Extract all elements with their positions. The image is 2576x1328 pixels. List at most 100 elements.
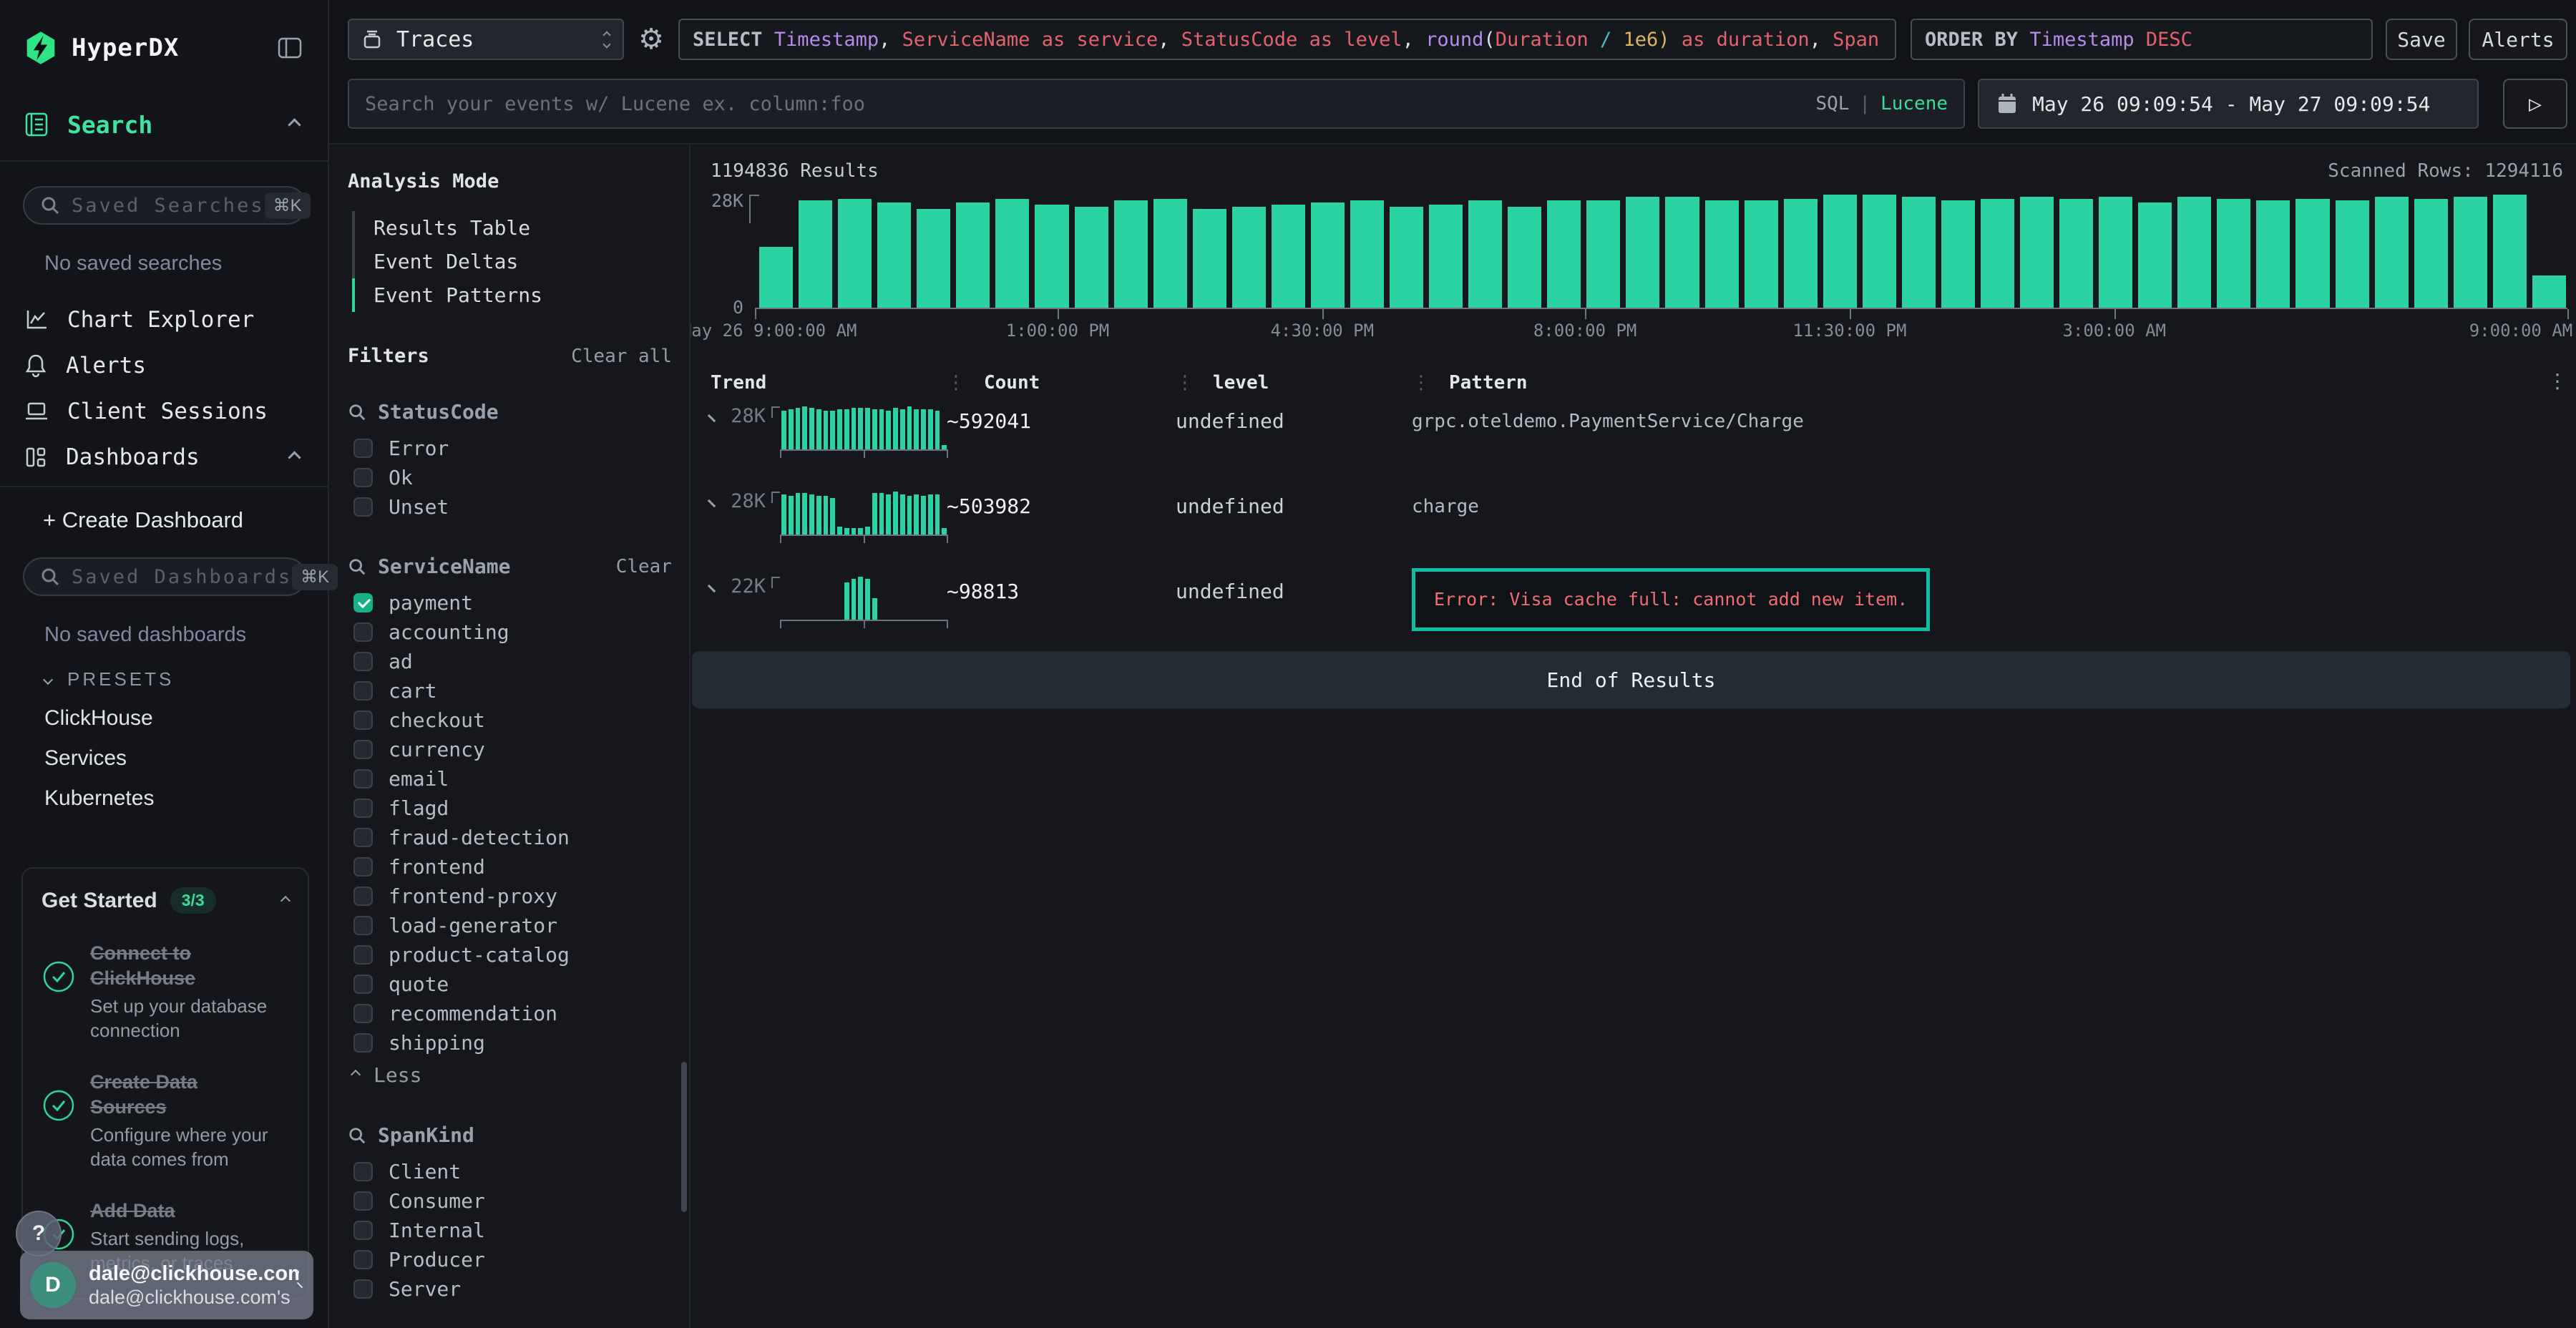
- clear-all-filters-button[interactable]: Clear all: [571, 346, 672, 367]
- filter-option-shipping[interactable]: shipping: [348, 1028, 672, 1058]
- show-less-toggle[interactable]: Less: [348, 1059, 672, 1090]
- checkbox[interactable]: [353, 1250, 373, 1269]
- checkbox[interactable]: [353, 622, 373, 642]
- checkbox[interactable]: [353, 1162, 373, 1181]
- help-button[interactable]: ?: [16, 1211, 62, 1256]
- row-expander-icon[interactable]: [708, 414, 716, 422]
- save-button[interactable]: Save: [2386, 19, 2457, 60]
- sidebar-item-chart-explorer[interactable]: Chart Explorer: [0, 297, 328, 343]
- pattern-row[interactable]: 22K~98813undefinedError: Visa cache full…: [711, 574, 2567, 649]
- filter-option-product-catalog[interactable]: product-catalog: [348, 940, 672, 970]
- column-grip-icon[interactable]: ⋮: [1412, 372, 1430, 394]
- row-expander-icon[interactable]: [708, 585, 716, 592]
- filter-option-producer[interactable]: Producer: [348, 1245, 672, 1274]
- user-menu[interactable]: D dale@clickhouse.com dale@clickhouse.co…: [20, 1251, 313, 1319]
- analysis-mode-event-deltas[interactable]: Event Deltas: [352, 245, 672, 278]
- column-grip-icon[interactable]: ⋮: [1176, 372, 1194, 394]
- select-clause-input[interactable]: SELECT Timestamp, ServiceName as service…: [678, 19, 1896, 60]
- data-source-select[interactable]: Traces: [348, 19, 624, 60]
- filter-option-client[interactable]: Client: [348, 1157, 672, 1186]
- filter-option-load-generator[interactable]: load-generator: [348, 911, 672, 940]
- search-input[interactable]: [365, 93, 1815, 115]
- source-settings-button[interactable]: ⚙: [624, 19, 678, 60]
- checkbox[interactable]: [353, 740, 373, 759]
- results-histogram-bars[interactable]: [759, 195, 2566, 308]
- filter-option-quote[interactable]: quote: [348, 970, 672, 999]
- checkbox[interactable]: [353, 593, 373, 612]
- filter-option-consumer[interactable]: Consumer: [348, 1186, 672, 1216]
- saved-searches-input[interactable]: Saved Searches ⌘K: [23, 186, 306, 225]
- checkbox[interactable]: [353, 799, 373, 818]
- run-query-button[interactable]: ▷: [2503, 79, 2567, 129]
- sidebar-item-client-sessions[interactable]: Client Sessions: [0, 389, 328, 434]
- filter-option-currency[interactable]: currency: [348, 735, 672, 764]
- checkbox[interactable]: [353, 652, 373, 671]
- sidebar-item-search[interactable]: Search: [0, 102, 328, 147]
- filter-option-accounting[interactable]: accounting: [348, 617, 672, 647]
- checkbox[interactable]: [353, 769, 373, 788]
- checkbox[interactable]: [353, 681, 373, 700]
- filters-scrollbar[interactable]: [681, 1062, 687, 1212]
- column-header-level[interactable]: ⋮level: [1176, 372, 1412, 394]
- lucene-toggle[interactable]: Lucene: [1880, 93, 1948, 114]
- filter-option-error[interactable]: Error: [348, 434, 672, 463]
- checkbox[interactable]: [353, 1279, 373, 1299]
- sidebar-item-dashboards[interactable]: Dashboards: [0, 434, 328, 480]
- filter-option-frontend[interactable]: frontend: [348, 852, 672, 882]
- checkbox[interactable]: [353, 1033, 373, 1053]
- chevron-up-icon[interactable]: [280, 895, 291, 905]
- filter-option-frontend-proxy[interactable]: frontend-proxy: [348, 882, 672, 911]
- filter-option-checkout[interactable]: checkout: [348, 706, 672, 735]
- checkbox[interactable]: [353, 1004, 373, 1023]
- checkbox[interactable]: [353, 1191, 373, 1211]
- filter-group-clear-button[interactable]: Clear: [616, 556, 672, 577]
- create-dashboard-button[interactable]: + Create Dashboard: [43, 507, 328, 533]
- get-started-item[interactable]: Create Data Sources Configure where your…: [42, 1070, 289, 1171]
- checkbox[interactable]: [353, 887, 373, 906]
- sidebar-item-alerts[interactable]: Alerts: [0, 343, 328, 389]
- presets-toggle[interactable]: PRESETS: [44, 668, 328, 690]
- alerts-button[interactable]: Alerts: [2469, 19, 2567, 60]
- column-header-count[interactable]: ⋮Count: [947, 372, 1176, 394]
- event-search-bar[interactable]: SQL | Lucene: [348, 79, 1965, 129]
- get-started-item[interactable]: Connect to ClickHouse Set up your databa…: [42, 941, 289, 1043]
- analysis-mode-event-patterns[interactable]: Event Patterns: [352, 278, 672, 312]
- preset-services[interactable]: Services: [44, 746, 328, 771]
- preset-clickhouse[interactable]: ClickHouse: [44, 706, 328, 731]
- filter-option-fraud-detection[interactable]: fraud-detection: [348, 823, 672, 852]
- time-range-picker[interactable]: May 26 09:09:54 - May 27 09:09:54: [1978, 79, 2479, 129]
- checkbox[interactable]: [353, 439, 373, 458]
- column-grip-icon[interactable]: ⋮: [947, 372, 965, 394]
- checkbox[interactable]: [353, 916, 373, 935]
- filter-option-recommendation[interactable]: recommendation: [348, 999, 672, 1028]
- query-language-toggle[interactable]: SQL | Lucene: [1815, 93, 1948, 114]
- preset-kubernetes[interactable]: Kubernetes: [44, 786, 328, 811]
- table-menu-icon[interactable]: ⋮: [2547, 369, 2567, 393]
- checkbox[interactable]: [353, 1221, 373, 1240]
- filter-option-server[interactable]: Server: [348, 1274, 672, 1304]
- filter-option-payment[interactable]: payment: [348, 588, 672, 617]
- checkbox[interactable]: [353, 497, 373, 517]
- filter-option-cart[interactable]: cart: [348, 676, 672, 706]
- checkbox[interactable]: [353, 945, 373, 965]
- filter-option-internal[interactable]: Internal: [348, 1216, 672, 1245]
- filter-option-unset[interactable]: Unset: [348, 492, 672, 522]
- checkbox[interactable]: [353, 857, 373, 877]
- row-expander-icon[interactable]: [708, 499, 716, 507]
- analysis-mode-results-table[interactable]: Results Table: [352, 211, 672, 245]
- checkbox[interactable]: [353, 975, 373, 994]
- filter-option-ad[interactable]: ad: [348, 647, 672, 676]
- sidebar-collapse-icon[interactable]: [278, 37, 302, 59]
- checkbox[interactable]: [353, 711, 373, 730]
- pattern-row[interactable]: 28K~592041undefinedgrpc.oteldemo.Payment…: [711, 404, 2567, 479]
- filter-option-flagd[interactable]: flagd: [348, 794, 672, 823]
- sql-toggle[interactable]: SQL: [1815, 93, 1849, 114]
- order-by-input[interactable]: ORDER BY Timestamp DESC: [1911, 19, 2373, 60]
- filter-option-email[interactable]: email: [348, 764, 672, 794]
- column-header-pattern[interactable]: ⋮Pattern: [1412, 372, 2567, 394]
- pattern-row[interactable]: 28K~503982undefinedcharge: [711, 489, 2567, 564]
- checkbox[interactable]: [353, 468, 373, 487]
- column-header-trend[interactable]: Trend: [711, 372, 947, 394]
- checkbox[interactable]: [353, 828, 373, 847]
- filter-option-ok[interactable]: Ok: [348, 463, 672, 492]
